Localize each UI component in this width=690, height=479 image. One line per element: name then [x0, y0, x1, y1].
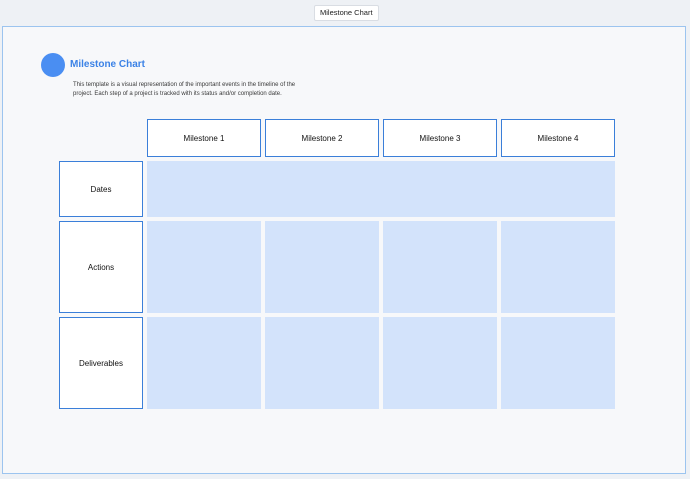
actions-cell-milestone-4[interactable] [501, 221, 615, 313]
actions-cell-milestone-2[interactable] [265, 221, 379, 313]
milestone-board: Milestone Chart This template is a visua… [2, 26, 686, 474]
column-header-milestone-2[interactable]: Milestone 2 [265, 119, 379, 157]
column-header-milestone-3[interactable]: Milestone 3 [383, 119, 497, 157]
deliverables-cell-milestone-4[interactable] [501, 317, 615, 409]
actions-cell-milestone-1[interactable] [147, 221, 261, 313]
column-header-milestone-4[interactable]: Milestone 4 [501, 119, 615, 157]
column-header-milestone-1[interactable]: Milestone 1 [147, 119, 261, 157]
board-title: Milestone Chart [70, 59, 146, 70]
circle-icon [41, 53, 65, 77]
board-tab-label[interactable]: Milestone Chart [314, 5, 379, 21]
dates-cell[interactable] [147, 161, 615, 217]
board-description: This template is a visual representation… [73, 82, 296, 97]
row-header-actions[interactable]: Actions [59, 221, 143, 313]
deliverables-cell-milestone-1[interactable] [147, 317, 261, 409]
deliverables-cell-milestone-3[interactable] [383, 317, 497, 409]
row-header-deliverables[interactable]: Deliverables [59, 317, 143, 409]
row-header-dates[interactable]: Dates [59, 161, 143, 217]
actions-cell-milestone-3[interactable] [383, 221, 497, 313]
deliverables-cell-milestone-2[interactable] [265, 317, 379, 409]
